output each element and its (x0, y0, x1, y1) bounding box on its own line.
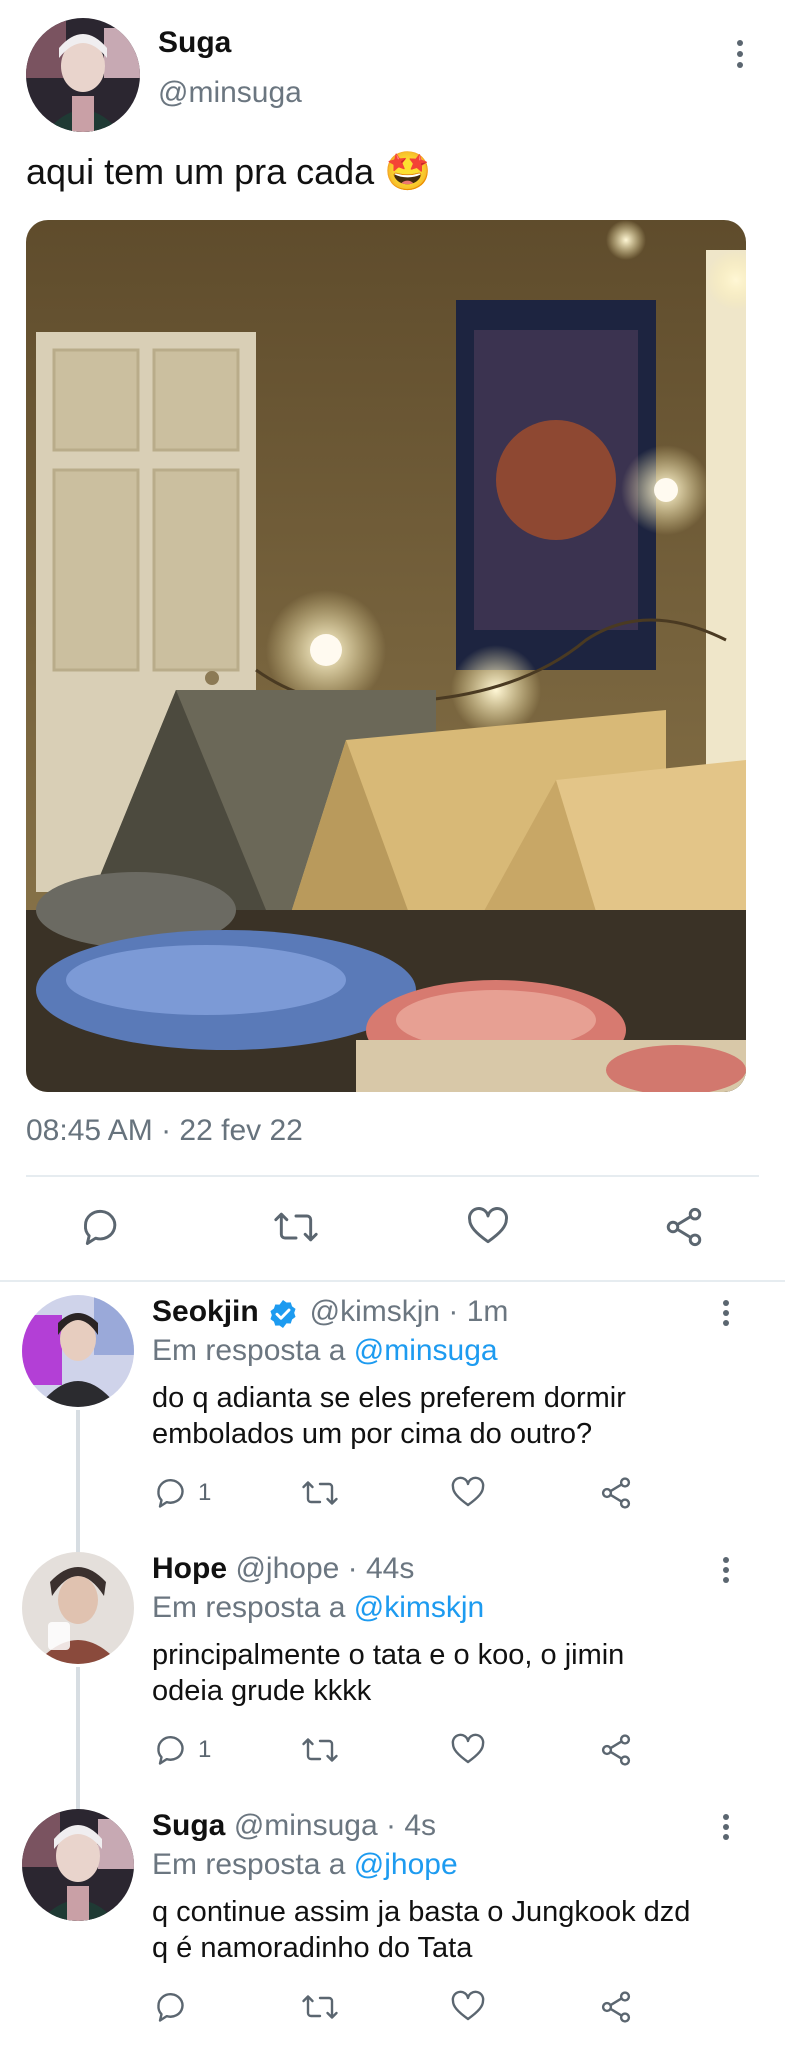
dot (723, 1824, 729, 1830)
dot (723, 1320, 729, 1326)
thread-line (76, 1410, 80, 1555)
retweet-icon (302, 1481, 338, 1505)
reply-handle-time[interactable]: @minsuga · 4s (234, 1809, 436, 1842)
share-button[interactable] (662, 1205, 706, 1249)
reply-retweet-button[interactable] (300, 1989, 340, 2025)
reply-share-button[interactable] (598, 1475, 634, 1511)
reply-handle-time[interactable]: @jhope · 44s (235, 1552, 414, 1585)
reply-reply-button[interactable]: 1 (154, 1475, 211, 1511)
reply-share-button[interactable] (598, 1989, 634, 2025)
share-icon (601, 1477, 631, 1509)
reply-retweet-button[interactable] (300, 1732, 340, 1768)
reply-reply-button[interactable] (154, 1989, 198, 2025)
reply-retweet-button[interactable] (300, 1475, 340, 1511)
thread-line (76, 1667, 80, 1812)
tweet-text: aqui tem um pra cada (26, 151, 375, 192)
mention-link[interactable]: @minsuga (354, 1334, 498, 1367)
more-options-button[interactable] (735, 40, 745, 68)
dot (723, 1557, 729, 1563)
reply-header: Suga @minsuga · 4s (152, 1809, 436, 1843)
tweet-photo[interactable] (26, 220, 746, 1092)
dot (737, 62, 743, 68)
reply-share-button[interactable] (598, 1732, 634, 1768)
dot (723, 1834, 729, 1840)
reply-avatar[interactable] (22, 1552, 134, 1664)
reply-icon (157, 1479, 184, 1508)
in-reply-to: Em resposta a @minsuga (152, 1334, 498, 1368)
divider (26, 1175, 759, 1177)
reply-header: Hope @jhope · 44s (152, 1552, 414, 1586)
like-button[interactable] (466, 1205, 510, 1249)
reply-text-line: principalmente o tata e o koo, o jimin (152, 1639, 625, 1671)
reply-avatar[interactable] (22, 1295, 134, 1407)
reply-text: principalmente o tata e o koo, o jimin o… (152, 1637, 624, 1709)
author-avatar[interactable] (26, 18, 140, 132)
section-divider (0, 1280, 785, 1282)
reply-author-name[interactable]: Suga (152, 1809, 225, 1842)
author-name[interactable]: Suga (158, 26, 231, 60)
reply-text-line: q continue assim ja basta o Jungkook dzd (152, 1896, 691, 1928)
retweet-button[interactable] (272, 1205, 320, 1249)
dot (723, 1577, 729, 1583)
reply-more-button[interactable] (721, 1814, 731, 1840)
retweet-icon (302, 1738, 338, 1762)
reply-text-line: embolados um por cima do outro? (152, 1418, 593, 1450)
retweet-icon (274, 1212, 318, 1242)
tweet-timestamp: 08:45 AM · 22 fev 22 (26, 1114, 303, 1147)
reply-text-line: q é namoradinho do Tata (152, 1932, 473, 1964)
reply-button[interactable] (80, 1205, 124, 1249)
mention-link[interactable]: @kimskjn (354, 1591, 484, 1624)
reply-text: do q adianta se eles preferem dormir emb… (152, 1380, 626, 1452)
in-reply-prefix: Em resposta a (152, 1848, 346, 1881)
in-reply-to: Em resposta a @jhope (152, 1848, 458, 1882)
in-reply-prefix: Em resposta a (152, 1334, 346, 1367)
reply-avatar[interactable] (22, 1809, 134, 1921)
mention-link[interactable]: @jhope (354, 1848, 458, 1881)
reply-more-button[interactable] (721, 1557, 731, 1583)
like-icon (468, 1207, 508, 1244)
dot (723, 1814, 729, 1820)
share-icon (601, 1991, 631, 2023)
reply-icon (84, 1209, 117, 1245)
share-icon (666, 1207, 702, 1247)
tweet-text-row: aqui tem um pra cada 🤩 (26, 150, 432, 194)
like-icon (451, 1476, 485, 1507)
dot (737, 40, 743, 46)
like-icon (451, 1990, 485, 2021)
reply-count: 1 (198, 1736, 212, 1763)
dot (723, 1310, 729, 1316)
like-icon (451, 1733, 485, 1764)
reply-icon (157, 1736, 184, 1765)
in-reply-to: Em resposta a @kimskjn (152, 1591, 484, 1625)
dot (737, 51, 743, 57)
reply-count: 1 (198, 1479, 212, 1506)
reply-text-line: odeia grude kkkk (152, 1675, 372, 1707)
reply-author-name[interactable]: Seokjin (152, 1295, 259, 1328)
dot (723, 1300, 729, 1306)
reply-more-button[interactable] (721, 1300, 731, 1326)
reply-text: q continue assim ja basta o Jungkook dzd… (152, 1894, 690, 1966)
reply-author-name[interactable]: Hope (152, 1552, 227, 1585)
retweet-icon (302, 1995, 338, 2019)
reply-reply-button[interactable]: 1 (154, 1732, 211, 1768)
reply-handle-time[interactable]: @kimskjn · 1m (310, 1295, 509, 1328)
reply-header: Seokjin @kimskjn · 1m (152, 1295, 508, 1336)
reply-text-line: do q adianta se eles preferem dormir (152, 1382, 626, 1414)
reply-like-button[interactable] (450, 1989, 486, 2025)
author-handle[interactable]: @minsuga (158, 76, 302, 110)
star-struck-emoji: 🤩 (384, 151, 432, 193)
dot (723, 1567, 729, 1573)
in-reply-prefix: Em resposta a (152, 1591, 346, 1624)
reply-like-button[interactable] (450, 1475, 486, 1511)
share-icon (601, 1734, 631, 1766)
reply-icon (157, 1993, 184, 2022)
verified-badge-icon (270, 1299, 296, 1328)
reply-like-button[interactable] (450, 1732, 486, 1768)
